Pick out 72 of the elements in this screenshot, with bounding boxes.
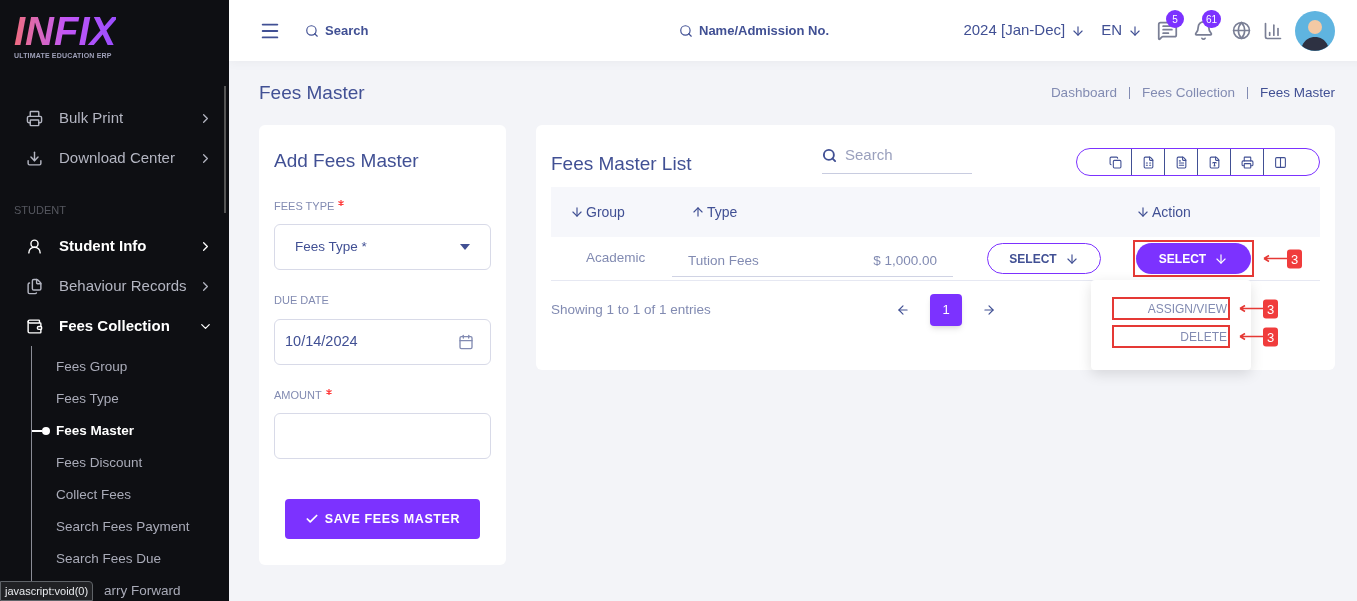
column-header[interactable]: Group: [586, 201, 625, 223]
card-title: Fees Master List: [551, 151, 693, 176]
calendar-icon: [458, 333, 474, 350]
printer-icon[interactable]: [1240, 155, 1254, 169]
document-icon[interactable]: [1174, 155, 1188, 169]
file-icon[interactable]: [1207, 155, 1221, 169]
menu-item-icon: [26, 237, 43, 255]
sidebar-item[interactable]: Student Info: [0, 226, 229, 266]
entries-info: Showing 1 to 1 of 1 entries: [551, 300, 712, 319]
menu-item[interactable]: ASSIGN/VIEW: [1147, 300, 1227, 318]
copy-icon[interactable]: [1108, 155, 1122, 169]
submenu-item[interactable]: Fees Group: [32, 356, 128, 378]
select-field[interactable]: Fees Type *: [274, 224, 491, 270]
search-field[interactable]: Search: [305, 20, 605, 41]
menu-item-icon: [26, 109, 43, 127]
next-page-icon[interactable]: [982, 303, 996, 317]
count-badge: 5: [1166, 10, 1184, 28]
submenu-item[interactable]: Fees Master: [32, 420, 135, 442]
submenu-item[interactable]: Fees Discount: [32, 452, 143, 474]
session-dropdown[interactable]: 2024 [Jan-Dec]: [963, 19, 1086, 42]
card-title: Add Fees Master: [274, 149, 420, 173]
check-icon: [304, 512, 319, 526]
callout-badge: 3: [1287, 249, 1303, 268]
table-cell-text: $ 1,000.00: [873, 251, 937, 270]
search-icon: [822, 148, 837, 163]
count-badge: 61: [1202, 10, 1222, 28]
table-cell-text: Academic: [586, 249, 647, 268]
field-label-text: AMOUNT: [274, 387, 322, 403]
sidebar-item[interactable]: Download Center: [0, 138, 229, 178]
callout-arrow: [1263, 254, 1287, 263]
arrow-down-icon[interactable]: [1136, 205, 1150, 219]
spreadsheet-icon[interactable]: [1141, 155, 1155, 169]
page-button[interactable]: 1: [930, 294, 962, 326]
previous-page-icon[interactable]: [896, 303, 910, 317]
column-header[interactable]: Type: [707, 201, 738, 223]
sidebar-item[interactable]: Fees Collection: [0, 306, 229, 346]
search-icon: [679, 23, 693, 38]
table-cell-text: Tution Fees: [688, 251, 760, 270]
save-button[interactable]: SAVE FEES MASTER: [284, 499, 481, 539]
arrow-down-icon: [1128, 23, 1142, 38]
globe-icon[interactable]: [1232, 21, 1251, 40]
avatar[interactable]: [1295, 10, 1335, 51]
field-label-text: FEES TYPE: [274, 198, 335, 214]
columns-icon[interactable]: [1274, 155, 1287, 169]
submenu-item[interactable]: Fees Type: [32, 388, 119, 410]
callout-arrow: [1239, 304, 1263, 313]
status-tooltip: javascript:void(0): [0, 580, 94, 601]
submenu-item[interactable]: Search Fees Payment: [32, 516, 190, 538]
field-label-text: DUE DATE: [274, 293, 329, 308]
callout-arrow: [1239, 332, 1263, 341]
dropdown-icon: [460, 244, 470, 250]
language-dropdown[interactable]: EN: [1101, 19, 1142, 42]
menu-item-icon: [26, 149, 43, 167]
sidebar-item[interactable]: Bulk Print: [0, 98, 229, 138]
active-dot: [32, 427, 50, 435]
input-field[interactable]: [274, 413, 491, 459]
menu-item-icon: [26, 317, 43, 335]
page-title: Fees Master: [259, 80, 366, 105]
chart-icon[interactable]: [1263, 20, 1283, 41]
breadcrumb-link[interactable]: Fees Master: [1259, 82, 1335, 104]
submenu-item[interactable]: Search Fees Due: [32, 548, 162, 570]
action-button[interactable]: SELECT: [1136, 243, 1251, 274]
search-icon: [305, 23, 319, 38]
sidebar-item[interactable]: Behaviour Records: [0, 266, 229, 306]
submenu-item[interactable]: Collect Fees: [32, 484, 132, 506]
menu-item-icon: [26, 277, 43, 295]
column-header[interactable]: Action: [1152, 201, 1191, 223]
student-search-field[interactable]: Name/Admission No.: [679, 20, 830, 41]
date-field[interactable]: 10/14/2024: [274, 318, 491, 365]
section-heading: STUDENT: [13, 202, 67, 218]
callout-badge: 3: [1263, 299, 1279, 318]
callout-badge: 3: [1263, 327, 1279, 346]
